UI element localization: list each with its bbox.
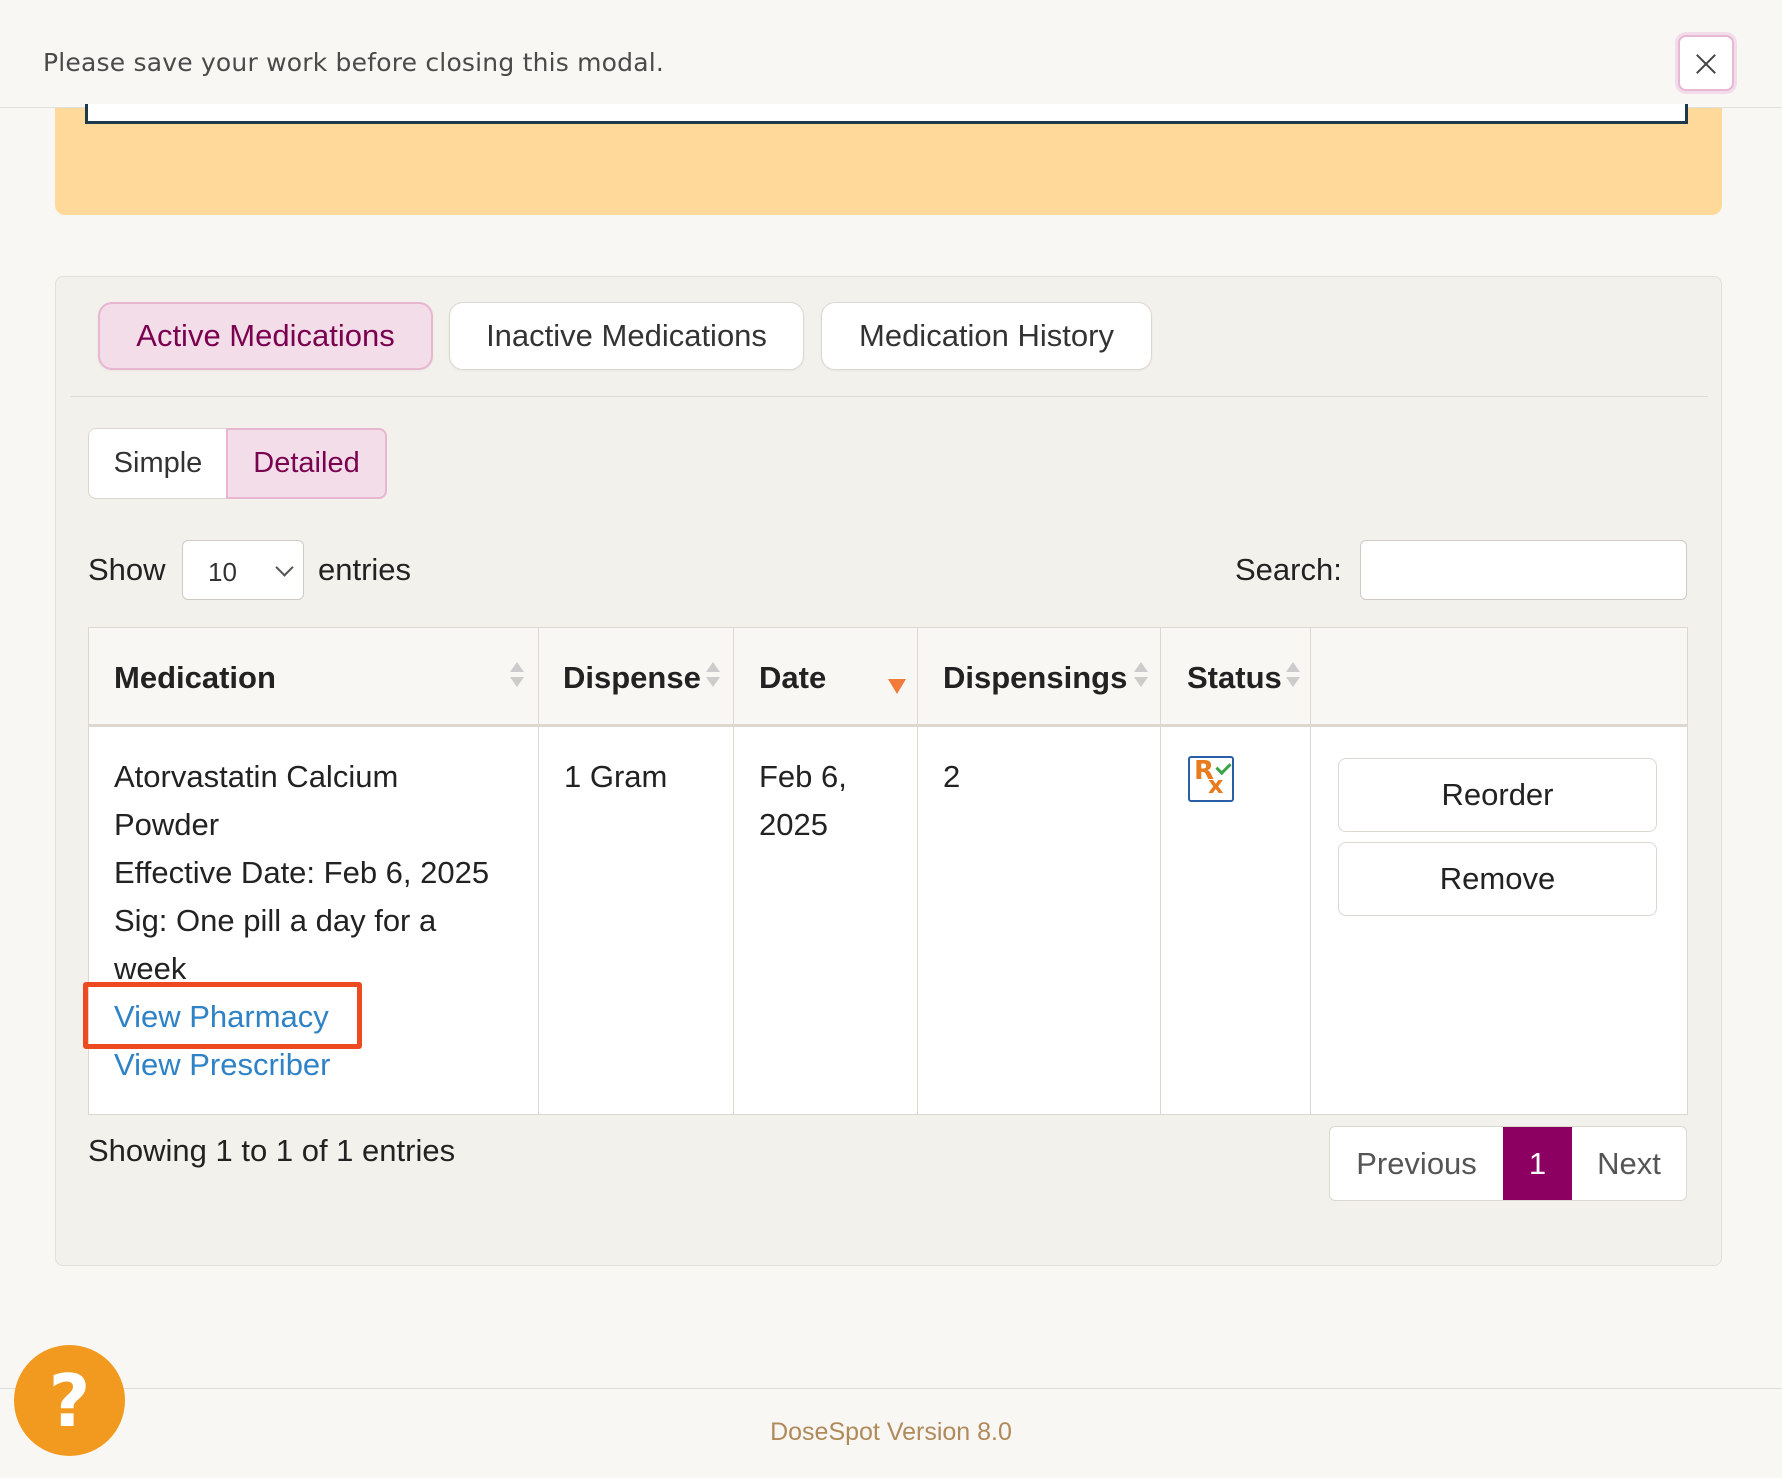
sort-icon[interactable]: [706, 662, 720, 692]
highlight-box: [83, 982, 362, 1049]
tab-medication-history[interactable]: Medication History: [821, 302, 1152, 370]
table-info: Showing 1 to 1 of 1 entries: [88, 1133, 456, 1168]
modal-header: Please save your work before closing thi…: [0, 0, 1782, 108]
next-page-button[interactable]: Next: [1572, 1127, 1686, 1200]
save-warning-text: Please save your work before closing thi…: [43, 48, 665, 77]
effective-date: Effective Date: Feb 6, 2025: [114, 855, 490, 890]
warning-panel: [55, 104, 1722, 215]
date-value: Feb 6, 2025: [759, 753, 847, 849]
date-line2: 2025: [759, 807, 828, 842]
sort-icon[interactable]: [1134, 662, 1148, 692]
close-icon[interactable]: [1678, 35, 1734, 91]
sort-desc-icon[interactable]: [888, 679, 906, 694]
header-dispensings[interactable]: Dispensings: [943, 660, 1127, 696]
previous-page-button[interactable]: Previous: [1330, 1127, 1503, 1200]
chevron-down-icon: [275, 558, 294, 577]
tab-divider: [70, 396, 1708, 397]
simple-view-button[interactable]: Simple: [88, 428, 228, 499]
tab-inactive-medications[interactable]: Inactive Medications: [449, 302, 804, 370]
column-dispensings: [918, 628, 1161, 1114]
medication-name-line1: Atorvastatin Calcium: [114, 759, 399, 794]
sig-line1: Sig: One pill a day for a: [114, 903, 437, 938]
entries-per-page-value: 10: [208, 557, 237, 587]
header-medication[interactable]: Medication: [114, 660, 276, 696]
dispensings-value: 2: [943, 759, 961, 794]
dispense-value: 1 Gram: [564, 759, 668, 794]
help-button[interactable]: ?: [14, 1345, 125, 1456]
tab-active-medications[interactable]: Active Medications: [98, 302, 433, 370]
entries-per-page-select[interactable]: 10: [182, 540, 304, 600]
version-text: DoseSpot Version 8.0: [770, 1418, 1012, 1446]
sort-icon[interactable]: [1286, 662, 1300, 692]
header-dispense[interactable]: Dispense: [563, 660, 701, 696]
medication-name-line2: Powder: [114, 807, 220, 842]
column-date: [734, 628, 918, 1114]
header-status[interactable]: Status: [1187, 660, 1282, 696]
sort-icon[interactable]: [510, 662, 524, 692]
show-label: Show: [88, 552, 166, 587]
column-status: [1161, 628, 1311, 1114]
date-line1: Feb 6,: [759, 759, 847, 794]
column-dispense: [539, 628, 734, 1114]
pagination: Previous 1 Next: [1329, 1126, 1687, 1201]
search-input[interactable]: [1360, 540, 1687, 600]
search-label: Search:: [1235, 552, 1342, 587]
page-1-button[interactable]: 1: [1503, 1127, 1572, 1200]
reorder-button[interactable]: Reorder: [1338, 758, 1657, 832]
footer-divider: [0, 1388, 1782, 1389]
text-area-edge: [85, 104, 1688, 124]
entries-label: entries: [318, 552, 412, 587]
remove-button[interactable]: Remove: [1338, 842, 1657, 916]
header-date[interactable]: Date: [759, 660, 826, 696]
rx-check-icon: Rx: [1188, 756, 1234, 802]
detailed-view-button[interactable]: Detailed: [226, 428, 387, 499]
